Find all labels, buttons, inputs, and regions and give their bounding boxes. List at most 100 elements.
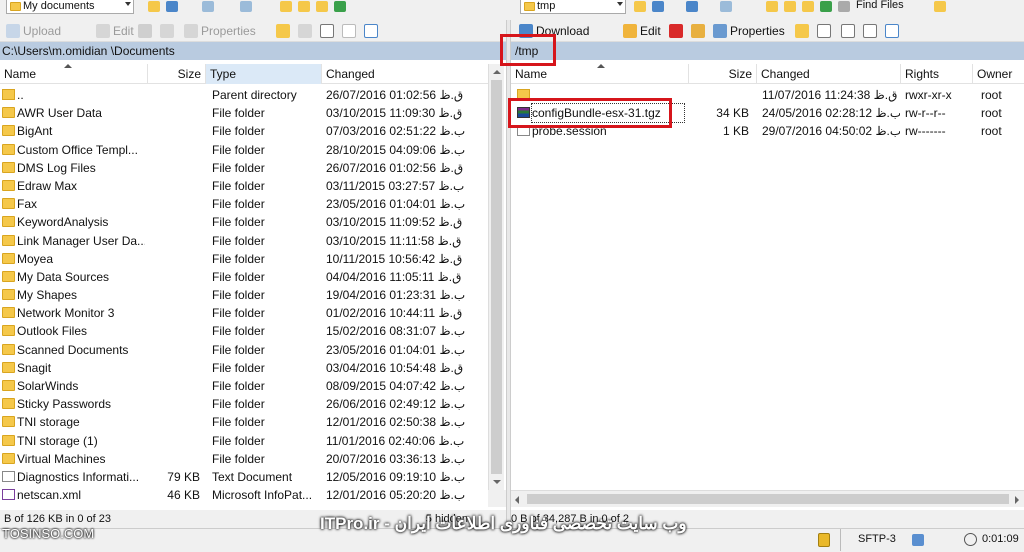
select-button[interactable]: [841, 22, 855, 40]
scroll-thumb[interactable]: [491, 80, 502, 474]
cell-changed: 24/05/2016 02:28:12 ب.ظ: [762, 106, 900, 121]
back-arrow-icon[interactable]: [686, 1, 698, 12]
file-icon: [2, 470, 15, 482]
home-icon[interactable]: [802, 1, 814, 12]
filter-icon[interactable]: [166, 1, 178, 12]
open-folder-icon[interactable]: [148, 1, 160, 12]
cell-name: Scanned Documents: [17, 342, 129, 357]
new-folder-button[interactable]: [276, 22, 290, 40]
folder-icon: [2, 343, 15, 355]
column-size[interactable]: Size: [689, 64, 757, 84]
table-row[interactable]: My Data Sources File folder 04/04/2016 11:…: [0, 268, 488, 286]
table-row[interactable]: Outlook Files File folder 15/02/2016 08:31…: [0, 322, 488, 340]
delete-button[interactable]: [138, 22, 152, 40]
file-highlight-box: [508, 98, 672, 128]
remote-path-bar[interactable]: /tmp: [511, 42, 1024, 60]
column-name[interactable]: Name: [0, 64, 148, 84]
scroll-right-icon[interactable]: [1015, 496, 1019, 504]
column-changed[interactable]: Changed: [322, 64, 488, 84]
table-row[interactable]: TNI storage (1) File folder 11/01/2016 02:…: [0, 432, 488, 450]
column-owner[interactable]: Owner: [973, 64, 1024, 84]
cell-changed: 03/10/2015 11:09:52 ق.ظ: [326, 215, 463, 230]
table-row[interactable]: TNI storage File folder 12/01/2016 02:50:3…: [0, 413, 488, 431]
new-file-button[interactable]: [817, 22, 831, 40]
find-icon[interactable]: [838, 1, 850, 12]
upload-button[interactable]: Upload: [6, 22, 61, 40]
cell-changed: 03/10/2015 11:09:30 ق.ظ: [326, 106, 463, 121]
remote-location-combo[interactable]: tmp: [520, 0, 626, 14]
cell-changed: 12/01/2016 05:20:20 ب.ظ: [326, 488, 466, 503]
table-row[interactable]: Edraw Max File folder 03/11/2015 03:27:57 …: [0, 177, 488, 195]
new-file-icon: [298, 24, 312, 38]
table-row[interactable]: KeywordAnalysis File folder 03/10/2015 11:…: [0, 213, 488, 231]
column-rights[interactable]: Rights: [901, 64, 973, 84]
properties-button[interactable]: Properties: [184, 22, 256, 40]
refresh-icon[interactable]: [334, 1, 346, 12]
scroll-up-icon[interactable]: [493, 70, 501, 74]
table-row[interactable]: Virtual Machines File folder 20/07/2016 03…: [0, 450, 488, 468]
root-dir-icon[interactable]: [784, 1, 796, 12]
column-size[interactable]: Size: [148, 64, 206, 84]
table-row[interactable]: Snagit File folder 03/04/2016 10:54:48 ق.ظ: [0, 359, 488, 377]
new-folder-button[interactable]: [795, 22, 809, 40]
table-row[interactable]: Link Manager User Da... File folder 03/10/…: [0, 232, 488, 250]
find-files-button[interactable]: Find Files: [856, 0, 904, 11]
filter-icon: [885, 24, 899, 38]
table-row[interactable]: Scanned Documents File folder 23/05/2016 0…: [0, 341, 488, 359]
filter-icon: [364, 24, 378, 38]
refresh-icon[interactable]: [820, 1, 832, 12]
cell-owner: root: [981, 106, 1002, 121]
table-row[interactable]: Custom Office Templ... File folder 28/10/2…: [0, 141, 488, 159]
table-row[interactable]: Moyea File folder 10/11/2015 10:56:42 ق.ظ: [0, 250, 488, 268]
back-arrow-icon[interactable]: [202, 1, 214, 12]
local-location-combo[interactable]: My documents: [6, 0, 134, 14]
forward-arrow-icon[interactable]: [240, 1, 252, 12]
local-vertical-scrollbar[interactable]: [488, 64, 504, 490]
parent-dir-icon[interactable]: [280, 1, 292, 12]
new-file-button[interactable]: [298, 22, 312, 40]
cell-name: TNI storage (1): [17, 433, 98, 448]
table-row[interactable]: netscan.xml 46 KB Microsoft InfoPat... 12/0…: [0, 486, 488, 504]
scroll-down-icon[interactable]: [493, 480, 501, 484]
filter-button[interactable]: [364, 22, 378, 40]
edit-button[interactable]: Edit: [96, 22, 134, 40]
cell-owner: root: [981, 124, 1002, 139]
table-row[interactable]: BigAnt File folder 07/03/2016 02:51:22 ب.ظ: [0, 122, 488, 140]
table-row[interactable]: Network Monitor 3 File folder 01/02/2016 1…: [0, 304, 488, 322]
table-row[interactable]: AWR User Data File folder 03/10/2015 11:09…: [0, 104, 488, 122]
scroll-thumb[interactable]: [527, 494, 1009, 504]
rename-button[interactable]: [691, 22, 705, 40]
open-folder-icon[interactable]: [634, 1, 646, 12]
table-row[interactable]: My Shapes File folder 19/04/2016 01:23:31 …: [0, 286, 488, 304]
delete-button[interactable]: [669, 22, 683, 40]
table-row[interactable]: .. Parent directory 26/07/2016 01:02:56 ق.…: [0, 86, 488, 104]
forward-arrow-icon[interactable]: [720, 1, 732, 12]
plus-icon: [841, 24, 855, 38]
rename-button[interactable]: [160, 22, 174, 40]
column-type[interactable]: Type: [206, 64, 322, 84]
cell-type: File folder: [212, 397, 265, 412]
edit-button[interactable]: Edit: [623, 22, 661, 40]
scroll-left-icon[interactable]: [515, 496, 519, 504]
folder-icon: [2, 179, 15, 191]
table-row[interactable]: Diagnostics Informati... 79 KB Text Docume…: [0, 468, 488, 486]
root-dir-icon[interactable]: [298, 1, 310, 12]
unselect-button[interactable]: [342, 22, 356, 40]
properties-button[interactable]: Properties: [713, 22, 785, 40]
home-icon[interactable]: [316, 1, 328, 12]
unselect-button[interactable]: [863, 22, 877, 40]
column-changed[interactable]: Changed: [757, 64, 901, 84]
parent-dir-icon[interactable]: [766, 1, 778, 12]
select-button[interactable]: [320, 22, 334, 40]
table-row[interactable]: DMS Log Files File folder 26/07/2016 01:02…: [0, 159, 488, 177]
table-row[interactable]: Fax File folder 23/05/2016 01:04:01 ب.ظ: [0, 195, 488, 213]
cell-type: File folder: [212, 197, 265, 212]
local-path-bar[interactable]: C:\Users\m.omidian \Documents: [0, 42, 506, 60]
top-address-bar: My documents tmp Find Files: [0, 0, 1024, 20]
filter-icon[interactable]: [652, 1, 664, 12]
new-folder-icon[interactable]: [934, 1, 946, 12]
table-row[interactable]: SolarWinds File folder 08/09/2015 04:07:42…: [0, 377, 488, 395]
remote-horizontal-scrollbar[interactable]: [511, 490, 1024, 507]
filter-button[interactable]: [885, 22, 899, 40]
table-row[interactable]: Sticky Passwords File folder 26/06/2016 02…: [0, 395, 488, 413]
